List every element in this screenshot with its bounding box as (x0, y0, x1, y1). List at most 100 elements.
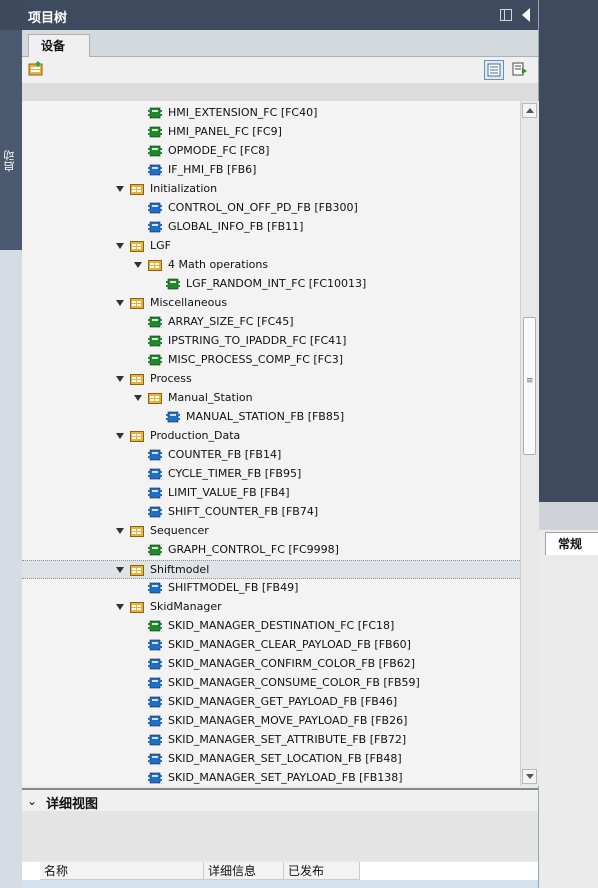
expand-arrow-icon[interactable] (116, 376, 124, 382)
expand-arrow-icon[interactable] (116, 243, 124, 249)
tree-block-row[interactable]: IPSTRING_TO_IPADDR_FC [FC41] (22, 332, 520, 351)
tree-block-row[interactable]: CONTROL_ON_OFF_PD_FB [FB300] (22, 199, 520, 218)
folder-icon (130, 602, 144, 613)
tree-block-row[interactable]: HMI_PANEL_FC [FC9] (22, 123, 520, 142)
expand-arrow-icon[interactable] (116, 567, 124, 573)
tree-block-row[interactable]: SKID_MANAGER_MOVE_PAYLOAD_FB [FB26] (22, 712, 520, 731)
tree-item-label: SKID_MANAGER_SET_PAYLOAD_FB [FB138] (168, 771, 403, 784)
detail-view-header[interactable]: ⌄ 详细视图 (22, 788, 538, 813)
tree-block-row[interactable]: COUNTER_FB [FB14] (22, 446, 520, 465)
expand-arrow-icon[interactable] (116, 433, 124, 439)
expand-arrow-icon[interactable] (116, 300, 124, 306)
fc-block-icon (148, 544, 162, 556)
scroll-down-button[interactable] (522, 769, 537, 784)
project-tree: HMI_EXTENSION_FC [FC40] HMI_PANEL_FC [FC9… (22, 101, 520, 786)
expand-arrow-icon[interactable] (116, 186, 124, 192)
add-new-group-icon[interactable] (28, 61, 44, 77)
tree-block-row[interactable]: SHIFTMODEL_FB [FB49] (22, 579, 520, 598)
left-strip-header (0, 0, 22, 30)
tree-block-row[interactable]: SKID_MANAGER_SET_PAYLOAD_FB [FB138] (22, 769, 520, 786)
tree-block-row[interactable]: MISC_PROCESS_COMP_FC [FC3] (22, 351, 520, 370)
fb-block-icon (148, 582, 162, 594)
left-side-strip: 启动 (0, 0, 23, 888)
pin-icon[interactable] (500, 9, 512, 21)
tree-block-row[interactable]: OPMODE_FC [FC8] (22, 142, 520, 161)
tree-folder-row[interactable]: Process (22, 370, 520, 389)
chevron-down-icon[interactable]: ⌄ (27, 794, 37, 808)
tree-folder-row[interactable]: 4 Math operations (22, 256, 520, 275)
tree-scrollbar[interactable] (520, 101, 539, 786)
tree-block-row[interactable]: SKID_MANAGER_CONSUME_COLOR_FB [FB59] (22, 674, 520, 693)
tree-block-row[interactable]: SKID_MANAGER_CLEAR_PAYLOAD_FB [FB60] (22, 636, 520, 655)
tree-block-row[interactable]: GLOBAL_INFO_FB [FB11] (22, 218, 520, 237)
fb-block-icon (148, 734, 162, 746)
table-row[interactable] (22, 880, 538, 888)
tree-block-row[interactable]: SKID_MANAGER_SET_ATTRIBUTE_FB [FB72] (22, 731, 520, 750)
fc-block-icon (148, 316, 162, 328)
tree-item-label: Manual_Station (168, 391, 253, 404)
side-tab-start[interactable]: 启动 (0, 30, 22, 250)
scroll-up-button[interactable] (522, 103, 537, 118)
tree-item-label: Initialization (150, 182, 218, 195)
expand-arrow-icon[interactable] (134, 262, 142, 268)
tree-item-label: COUNTER_FB [FB14] (168, 448, 282, 461)
tree-folder-row[interactable]: Production_Data (22, 427, 520, 446)
tree-item-label: MISC_PROCESS_COMP_FC [FC3] (168, 353, 343, 366)
column-header-details[interactable]: 详细信息 (204, 862, 284, 880)
expand-arrow-icon[interactable] (116, 604, 124, 610)
panel-title: 项目树 (28, 11, 68, 26)
export-icon[interactable] (512, 61, 528, 77)
fc-block-icon (148, 620, 162, 632)
tree-block-row[interactable]: SKID_MANAGER_SET_LOCATION_FB [FB48] (22, 750, 520, 769)
folder-icon (130, 241, 144, 252)
tree-item-label: SHIFTMODEL_FB [FB49] (168, 581, 299, 594)
tree-item-label: SKID_MANAGER_CLEAR_PAYLOAD_FB [FB60] (168, 638, 411, 651)
tree-block-row[interactable]: SHIFT_COUNTER_FB [FB74] (22, 503, 520, 522)
column-header-published[interactable]: 已发布 (284, 862, 360, 880)
expand-arrow-icon[interactable] (116, 528, 124, 534)
fb-block-icon (148, 449, 162, 461)
tree-toolbar (22, 57, 538, 83)
tree-item-label: MANUAL_STATION_FB [FB85] (186, 410, 345, 423)
detail-view-toggle-icon[interactable] (484, 60, 504, 80)
tree-folder-row[interactable]: Shiftmodel (22, 560, 520, 579)
tree-block-row[interactable]: LIMIT_VALUE_FB [FB4] (22, 484, 520, 503)
tree-block-row[interactable]: ARRAY_SIZE_FC [FC45] (22, 313, 520, 332)
tree-folder-row[interactable]: LGF (22, 237, 520, 256)
tree-folder-row[interactable]: SkidManager (22, 598, 520, 617)
collapse-icon[interactable] (522, 8, 530, 22)
tree-block-row[interactable]: SKID_MANAGER_CONFIRM_COLOR_FB [FB62] (22, 655, 520, 674)
tree-item-label: GRAPH_CONTROL_FC [FC9998] (168, 543, 339, 556)
tree-item-label: LIMIT_VALUE_FB [FB4] (168, 486, 290, 499)
tree-item-label: SKID_MANAGER_GET_PAYLOAD_FB [FB46] (168, 695, 398, 708)
tree-block-row[interactable]: IF_HMI_FB [FB6] (22, 161, 520, 180)
tree-block-row[interactable]: MANUAL_STATION_FB [FB85] (22, 408, 520, 427)
tree-folder-row[interactable]: Manual_Station (22, 389, 520, 408)
tree-item-label: Process (150, 372, 192, 385)
tree-item-label: LGF_RANDOM_INT_FC [FC10013] (186, 277, 367, 290)
tree-block-row[interactable]: CYCLE_TIMER_FB [FB95] (22, 465, 520, 484)
folder-icon (130, 565, 144, 576)
scroll-thumb[interactable] (523, 317, 536, 455)
tree-item-label: CONTROL_ON_OFF_PD_FB [FB300] (168, 201, 358, 214)
tree-block-row[interactable]: SKID_MANAGER_DESTINATION_FC [FC18] (22, 617, 520, 636)
tree-item-label: 4 Math operations (168, 258, 269, 271)
tree-top-spacer (22, 83, 538, 101)
tree-folder-row[interactable]: Initialization (22, 180, 520, 199)
detail-view-title: 详细视图 (46, 797, 99, 812)
tab-devices[interactable]: 设备 (28, 34, 90, 57)
tree-item-label: CYCLE_TIMER_FB [FB95] (168, 467, 302, 480)
fb-block-icon (148, 677, 162, 689)
tree-folder-row[interactable]: Sequencer (22, 522, 520, 541)
tab-general[interactable]: 常规 (545, 532, 598, 555)
tree-block-row[interactable]: SKID_MANAGER_GET_PAYLOAD_FB [FB46] (22, 693, 520, 712)
tree-block-row[interactable]: HMI_EXTENSION_FC [FC40] (22, 104, 520, 123)
tree-block-row[interactable]: LGF_RANDOM_INT_FC [FC10013] (22, 275, 520, 294)
tree-folder-row[interactable]: Miscellaneous (22, 294, 520, 313)
tree-block-row[interactable]: GRAPH_CONTROL_FC [FC9998] (22, 541, 520, 560)
column-header-name[interactable]: 名称 (40, 862, 204, 880)
expand-arrow-icon[interactable] (134, 395, 142, 401)
tree-item-label: ARRAY_SIZE_FC [FC45] (168, 315, 294, 328)
fb-block-icon (148, 696, 162, 708)
fb-block-icon (148, 772, 162, 784)
